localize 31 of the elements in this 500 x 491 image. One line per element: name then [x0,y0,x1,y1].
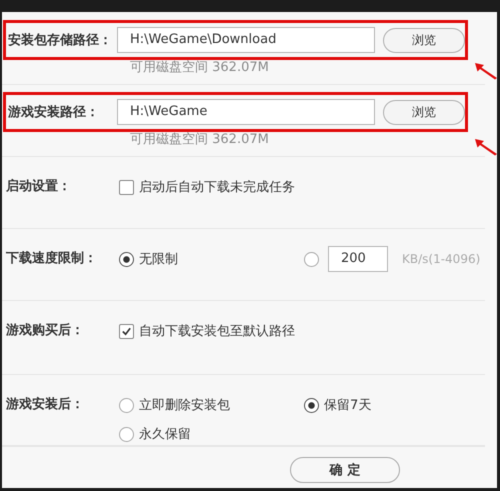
radio-label: 立即删除安装包 [139,397,230,414]
browse-button[interactable]: 浏览 [383,28,465,52]
checkbox-label: 启动后自动下载未完成任务 [139,179,295,196]
path-label: 安装包存储路径： [8,32,113,49]
free-space-text: 可用磁盘空间 362.07M [130,132,270,148]
radio-label: 永久保留 [139,426,191,443]
checkbox[interactable] [119,324,134,338]
speed-field[interactable]: 200 [328,246,388,272]
ok-button[interactable]: 确 定 [290,457,400,483]
path-label: 游戏安装路径： [8,104,100,121]
setting-label: 游戏购买后： [5,322,85,340]
checkbox[interactable] [119,180,134,194]
radio-label: 无限制 [139,251,178,268]
setting-label: 游戏安装后： [5,396,85,414]
browse-button[interactable]: 浏览 [383,100,465,124]
radio-button[interactable] [119,426,134,442]
radio-button[interactable] [119,252,134,266]
arrow-icon [474,138,497,156]
setting-label: 下载速度限制： [5,250,98,268]
radio-button[interactable] [119,398,134,412]
radio-label: 保留7天 [324,397,372,414]
radio-button[interactable] [304,252,319,266]
check-icon [121,326,132,336]
setting-label: 启动设置： [5,178,72,196]
checkbox-label: 自动下载安装包至默认路径 [139,323,295,340]
arrow-icon [474,62,497,80]
path-field[interactable]: H:\WeGame [117,99,375,125]
path-field[interactable]: H:\WeGame\Download [117,27,375,53]
unit-label: KB/s(1-4096) [402,252,480,266]
free-space-text: 可用磁盘空间 362.07M [130,60,270,76]
radio-button[interactable] [304,398,319,412]
